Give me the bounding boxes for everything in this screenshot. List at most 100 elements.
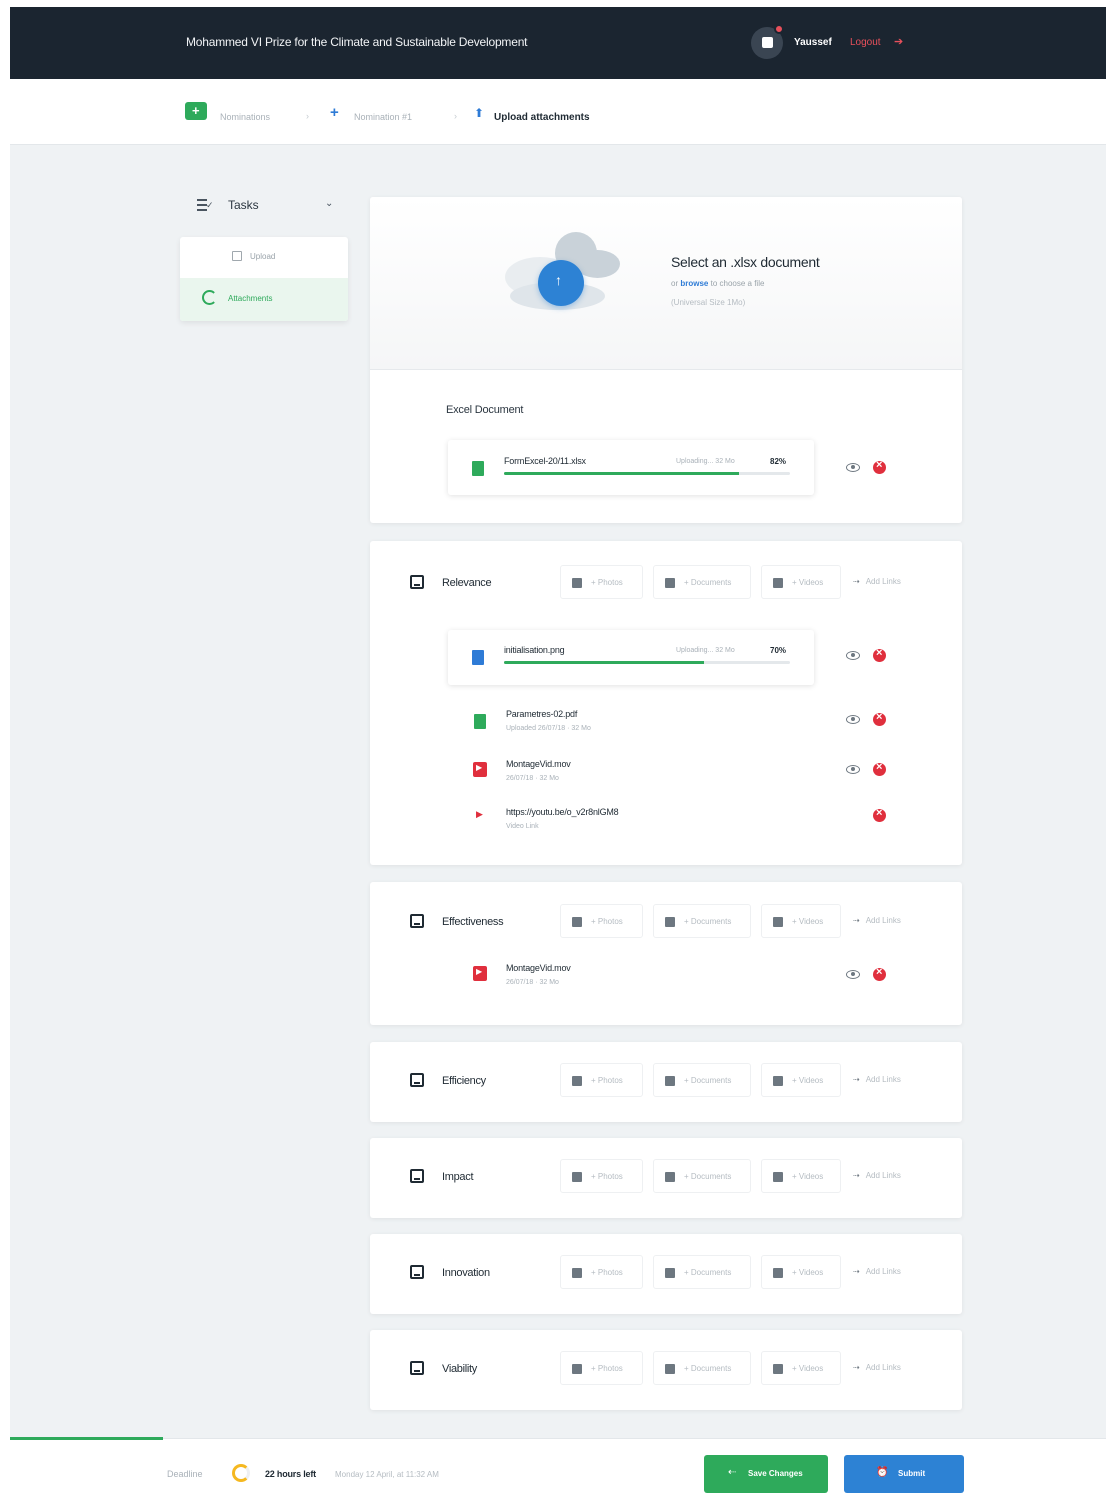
link-icon: ⇢	[853, 1075, 860, 1084]
breadcrumb-nominations[interactable]: Nominations	[220, 112, 270, 122]
category-card-relevance: Relevance + Photos + Documents + Videos …	[370, 541, 962, 865]
delete-icon[interactable]	[873, 647, 886, 662]
button-label: + Photos	[591, 917, 623, 926]
add-documents-button[interactable]: + Documents	[653, 1159, 751, 1193]
add-links-button[interactable]: ⇢ Add Links	[853, 1267, 901, 1276]
eye-icon[interactable]	[846, 463, 860, 472]
browse-link[interactable]: browse	[680, 279, 708, 288]
add-videos-button[interactable]: + Videos	[761, 565, 841, 599]
button-label: + Videos	[792, 917, 824, 926]
video-file-icon	[473, 762, 487, 777]
add-photos-button[interactable]: + Photos	[560, 1063, 643, 1097]
link-url[interactable]: https://youtu.be/o_v2r8nlGM8	[506, 807, 619, 817]
add-photos-button[interactable]: + Photos	[560, 904, 643, 938]
checkbox-icon[interactable]	[410, 914, 424, 928]
user-name[interactable]: Yaussef	[794, 37, 832, 48]
add-documents-button[interactable]: + Documents	[653, 1063, 751, 1097]
breadcrumb-nomination[interactable]: Nomination #1	[354, 112, 412, 122]
add-documents-button[interactable]: + Documents	[653, 1255, 751, 1289]
button-label: + Photos	[591, 1172, 623, 1181]
app-frame: Mohammed VI Prize for the Climate and Su…	[10, 7, 1106, 1499]
spreadsheet-icon	[472, 461, 484, 476]
submit-button[interactable]: ⏰ Submit	[844, 1455, 964, 1493]
button-label: + Videos	[792, 1268, 824, 1277]
button-label: Save Changes	[748, 1469, 803, 1478]
link-icon: ⇢	[853, 916, 860, 925]
checkbox-icon[interactable]	[410, 1361, 424, 1375]
footer-bar: Deadline 22 hours left Monday 12 April, …	[10, 1437, 1106, 1499]
add-links-button[interactable]: ⇢ Add Links	[853, 916, 901, 925]
add-videos-button[interactable]: + Videos	[761, 904, 841, 938]
add-videos-button[interactable]: + Videos	[761, 1255, 841, 1289]
button-label: Add Links	[865, 916, 901, 925]
category-card-effectiveness: Effectiveness + Photos + Documents + Vid…	[370, 882, 962, 1025]
button-label: + Videos	[792, 578, 824, 587]
upload-button[interactable]: ↑	[538, 260, 584, 306]
add-videos-button[interactable]: + Videos	[761, 1159, 841, 1193]
file-name: MontageVid.mov	[506, 963, 571, 973]
plus-icon: +	[330, 104, 339, 121]
button-label: Add Links	[865, 1363, 901, 1372]
add-links-button[interactable]: ⇢ Add Links	[853, 1363, 901, 1372]
photo-icon	[572, 1364, 582, 1374]
button-label: Add Links	[865, 577, 901, 586]
button-label: + Documents	[684, 1076, 732, 1085]
add-links-button[interactable]: ⇢ Add Links	[853, 577, 901, 586]
add-videos-button[interactable]: + Videos	[761, 1351, 841, 1385]
checkbox-icon[interactable]	[410, 1073, 424, 1087]
top-bar: Mohammed VI Prize for the Climate and Su…	[10, 7, 1106, 79]
add-photos-button[interactable]: + Photos	[560, 1255, 643, 1289]
photo-icon	[572, 578, 582, 588]
file-name: FormExcel-20/11.xlsx	[504, 456, 586, 466]
add-photos-button[interactable]: + Photos	[560, 1159, 643, 1193]
chevron-down-icon[interactable]: ⌄	[325, 198, 333, 209]
delete-icon[interactable]	[873, 711, 886, 726]
delete-icon[interactable]	[873, 807, 886, 822]
sidebar-item-label: Upload	[250, 252, 276, 261]
photo-icon	[572, 1172, 582, 1182]
eye-icon[interactable]	[846, 715, 860, 724]
photo-icon	[572, 1076, 582, 1086]
add-documents-button[interactable]: + Documents	[653, 565, 751, 599]
save-changes-button[interactable]: ⇠ Save Changes	[704, 1455, 828, 1493]
tasks-menu: Upload Attachments	[180, 237, 348, 321]
add-photos-button[interactable]: + Photos	[560, 1351, 643, 1385]
eye-icon[interactable]	[846, 765, 860, 774]
add-photos-button[interactable]: + Photos	[560, 565, 643, 599]
eye-icon[interactable]	[846, 651, 860, 660]
save-icon: ⇠	[728, 1467, 737, 1478]
checkbox-icon[interactable]	[410, 575, 424, 589]
button-label: Submit	[898, 1469, 926, 1478]
tasks-header[interactable]: Tasks ⌄	[197, 197, 337, 217]
checkbox-icon[interactable]	[410, 1169, 424, 1183]
category-card-innovation: Innovation + Photos + Documents + Videos…	[370, 1234, 962, 1314]
delete-icon[interactable]	[873, 459, 886, 474]
progress-fill	[504, 472, 739, 475]
copy-icon	[232, 251, 242, 261]
document-file-icon	[474, 714, 486, 729]
add-documents-button[interactable]: + Documents	[653, 904, 751, 938]
add-videos-button[interactable]: + Videos	[761, 1063, 841, 1097]
delete-icon[interactable]	[873, 966, 886, 981]
add-links-button[interactable]: ⇢ Add Links	[853, 1075, 901, 1084]
eye-icon[interactable]	[846, 970, 860, 979]
dropzone[interactable]: ↑ Select an .xlsx document or browse to …	[370, 197, 962, 370]
file-meta: 26/07/18 · 32 Mo	[506, 979, 559, 986]
avatar[interactable]	[751, 24, 784, 59]
delete-icon[interactable]	[873, 761, 886, 776]
sidebar-item-label: Attachments	[228, 294, 273, 303]
logout-icon[interactable]: ➔	[894, 35, 903, 48]
sidebar-item-attachments[interactable]: Attachments	[180, 278, 348, 321]
logout-link[interactable]: Logout	[850, 37, 881, 48]
button-label: + Documents	[684, 1364, 732, 1373]
sidebar-item-upload[interactable]: Upload	[180, 237, 348, 277]
file-status: Uploading... 32 Mo	[676, 647, 735, 654]
document-icon	[665, 578, 675, 588]
chat-icon	[762, 37, 773, 48]
add-documents-button[interactable]: + Documents	[653, 1351, 751, 1385]
add-links-button[interactable]: ⇢ Add Links	[853, 1171, 901, 1180]
checkbox-icon[interactable]	[410, 1265, 424, 1279]
button-label: Add Links	[865, 1267, 901, 1276]
button-label: Add Links	[865, 1075, 901, 1084]
video-icon	[773, 917, 783, 927]
